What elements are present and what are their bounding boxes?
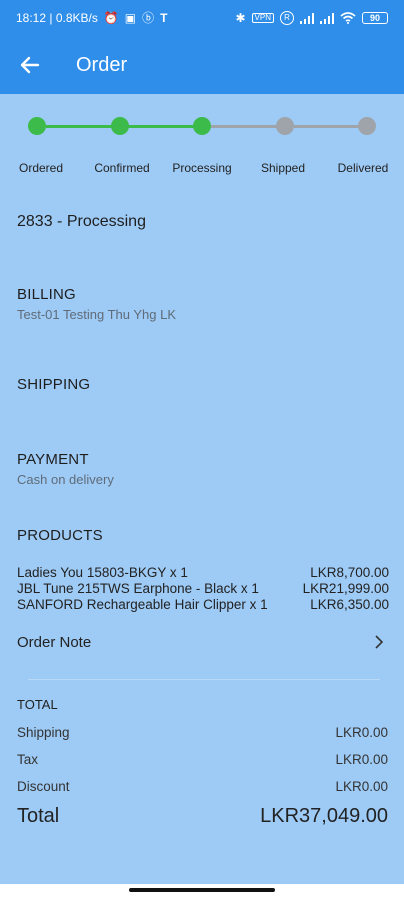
alarm-icon: ⏰ (103, 11, 119, 25)
divider (28, 679, 380, 680)
system-nav-bar (0, 884, 404, 900)
step-connector (211, 125, 277, 128)
step-label-delivered: Delivered (337, 161, 389, 175)
product-row: JBL Tune 215TWS Earphone - Black x 1 LKR… (17, 581, 389, 596)
battery-icon: 90 (362, 12, 388, 24)
summary-label: Shipping (17, 725, 70, 740)
summary-value: LKR0.00 (335, 752, 388, 767)
order-note-row[interactable]: Order Note (0, 626, 404, 658)
step-dot-shipped (276, 117, 294, 135)
summary-row-discount: Discount LKR0.00 (17, 779, 388, 794)
step-dot-confirmed (111, 117, 129, 135)
summary-label: Tax (17, 752, 39, 767)
grand-total-row: Total LKR37,049.00 (17, 805, 388, 828)
order-id-status: 2833 - Processing (17, 213, 146, 230)
summary-row-tax: Tax LKR0.00 (17, 752, 388, 767)
product-row: SANFORD Rechargeable Hair Clipper x 1 LK… (17, 597, 389, 612)
wifi-icon (340, 12, 356, 24)
status-bar: 18:12 | 0.8KB/s ⏰ ▣ ⓑ T ✱ VPN R 90 (0, 0, 404, 36)
payment-title: PAYMENT (17, 451, 89, 468)
product-price: LKR21,999.00 (302, 581, 389, 596)
signal-icon (320, 12, 334, 24)
products-title: PRODUCTS (17, 527, 103, 544)
chevron-right-icon (375, 635, 384, 649)
bluetooth-icon: ✱ (235, 11, 246, 25)
billing-address: Test-01 Testing Thu Yhg LK (17, 307, 176, 322)
step-connector (294, 125, 360, 128)
step-label-ordered: Ordered (18, 161, 64, 175)
order-stepper: Ordered Confirmed Processing Shipped Del… (0, 106, 404, 186)
r-icon: R (280, 11, 294, 25)
product-name: JBL Tune 215TWS Earphone - Black x 1 (17, 581, 259, 596)
status-time-speed: 18:12 | 0.8KB/s (16, 11, 98, 25)
grand-total-label: Total (17, 805, 60, 827)
step-dot-ordered (28, 117, 46, 135)
vpn-icon: VPN (251, 13, 274, 23)
grand-total-value: LKR37,049.00 (260, 805, 388, 827)
product-price: LKR6,350.00 (310, 597, 389, 612)
step-dot-processing (193, 117, 211, 135)
product-row: Ladies You 15803-BKGY x 1 LKR8,700.00 (17, 565, 389, 580)
summary-value: LKR0.00 (335, 779, 388, 794)
step-connector (128, 125, 194, 128)
app-bar: Order (0, 36, 404, 94)
step-dot-delivered (358, 117, 376, 135)
summary-row-shipping: Shipping LKR0.00 (17, 725, 388, 740)
step-label-confirmed: Confirmed (94, 161, 150, 175)
text-icon: T (160, 11, 168, 25)
signal-icon (300, 12, 314, 24)
summary-label: Discount (17, 779, 70, 794)
billing-title: BILLING (17, 286, 76, 303)
payment-method: Cash on delivery (17, 472, 114, 487)
notification-icon: ▣ (124, 11, 137, 25)
summary-value: LKR0.00 (335, 725, 388, 740)
product-price: LKR8,700.00 (310, 565, 389, 580)
back-arrow-icon[interactable] (2, 36, 58, 94)
total-heading: TOTAL (17, 697, 58, 712)
product-name: Ladies You 15803-BKGY x 1 (17, 565, 188, 580)
shipping-title: SHIPPING (17, 376, 91, 393)
step-label-shipped: Shipped (260, 161, 306, 175)
app-icon: ⓑ (142, 11, 155, 25)
product-name: SANFORD Rechargeable Hair Clipper x 1 (17, 597, 268, 612)
status-left: 18:12 | 0.8KB/s ⏰ ▣ ⓑ T (16, 11, 168, 25)
step-label-processing: Processing (172, 161, 232, 175)
step-connector (46, 125, 112, 128)
status-right: ✱ VPN R 90 (235, 11, 388, 25)
home-indicator[interactable] (129, 888, 275, 892)
order-note-label: Order Note (17, 633, 92, 651)
page-title: Order (76, 53, 128, 76)
